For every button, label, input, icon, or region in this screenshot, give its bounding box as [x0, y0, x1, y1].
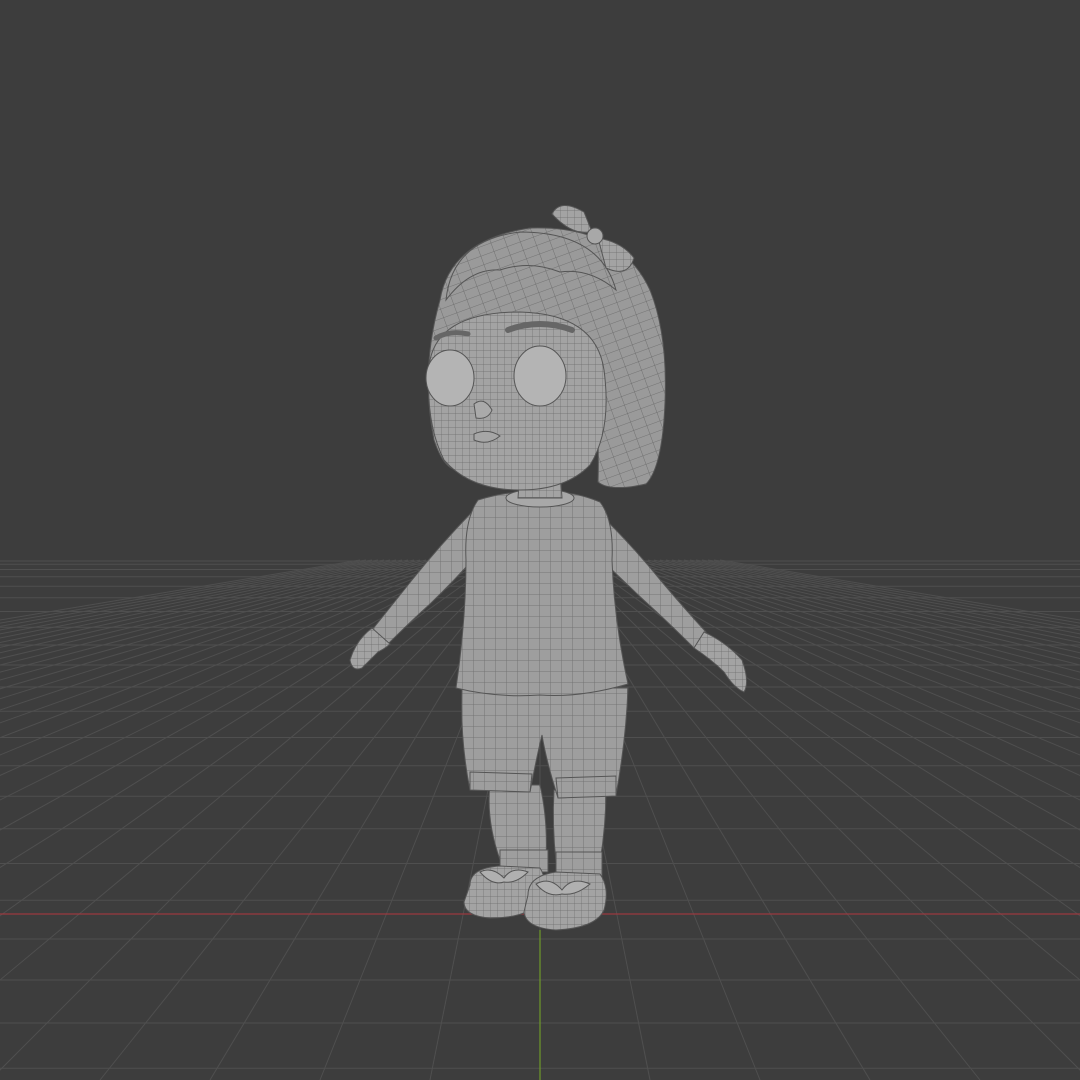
- grid-line: [0, 559, 373, 627]
- grid-line: [0, 559, 403, 648]
- grid-line: [683, 559, 1080, 644]
- grid-line: [0, 559, 379, 631]
- shorts: [461, 687, 629, 799]
- grid-line: [677, 559, 1080, 648]
- character-mesh[interactable]: [349, 205, 748, 931]
- grid-line: [719, 559, 1080, 621]
- grid-line: [563, 559, 981, 1080]
- grid-line: [713, 559, 1080, 624]
- grid-line: [599, 559, 1080, 801]
- grid-line: [0, 559, 409, 654]
- grid-line: [587, 559, 1080, 869]
- grid-line: [581, 559, 1080, 917]
- grid-line: [593, 559, 1080, 831]
- grid-line: [701, 559, 1080, 631]
- grid-line: [671, 559, 1080, 654]
- grid-line: [0, 559, 481, 801]
- grid-line: [665, 559, 1080, 660]
- grid-line: [0, 559, 493, 869]
- grid-line: [0, 559, 397, 644]
- grid-line: [0, 559, 499, 917]
- grid-line: [0, 559, 469, 756]
- right-eye: [513, 345, 567, 407]
- grid-line: [611, 559, 1080, 756]
- grid-line: [0, 559, 415, 660]
- 3d-viewport[interactable]: [0, 0, 1080, 1080]
- shirt: [455, 488, 629, 697]
- grid-line: [0, 559, 487, 831]
- grid-line: [99, 559, 517, 1080]
- grid-line: [707, 559, 1080, 627]
- grid-line: [0, 559, 361, 621]
- left-eye: [425, 349, 475, 407]
- grid-line: [0, 559, 367, 624]
- face: [425, 311, 607, 491]
